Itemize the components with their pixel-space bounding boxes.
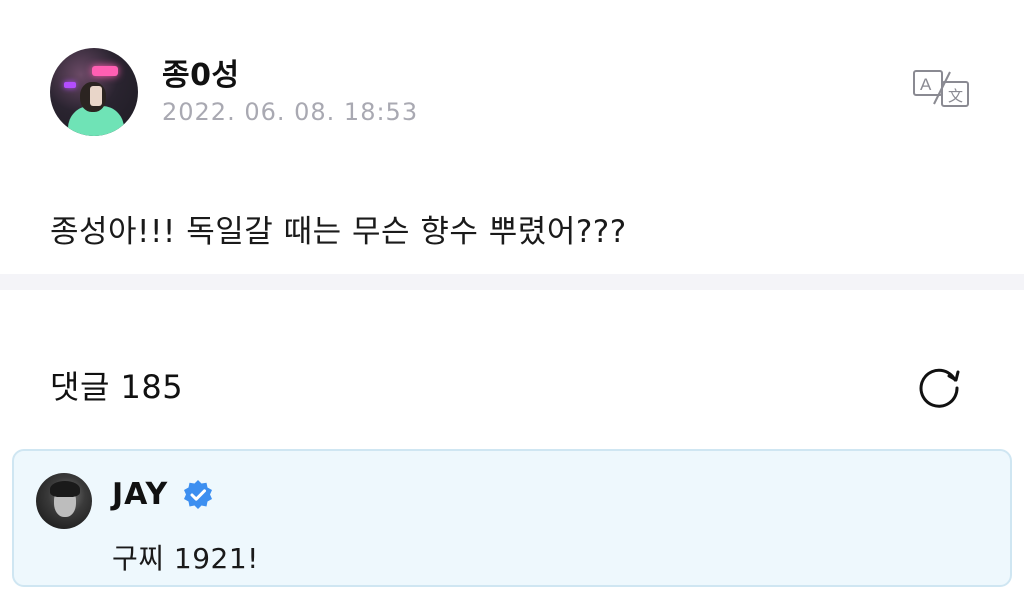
- avatar-phone: [90, 86, 102, 106]
- comments-count-title: 댓글 185: [50, 368, 184, 406]
- refresh-icon: [919, 368, 960, 408]
- translate-button[interactable]: A 文: [912, 68, 970, 108]
- commenter-avatar-hair: [50, 481, 80, 497]
- section-divider: [0, 274, 1024, 290]
- post-header: 종0성 2022. 06. 08. 18:53 A 文: [50, 48, 980, 138]
- svg-text:A: A: [920, 75, 932, 94]
- translate-icon: A 文: [913, 70, 969, 107]
- svg-text:文: 文: [948, 87, 963, 105]
- verified-badge-icon: [184, 480, 212, 509]
- comment-item[interactable]: JAY 구찌 1921!: [12, 449, 1012, 587]
- post-timestamp: 2022. 06. 08. 18:53: [162, 98, 419, 126]
- comment-text: 구찌 1921!: [112, 542, 259, 575]
- commenter-name[interactable]: JAY: [112, 477, 168, 512]
- refresh-comments-button[interactable]: [915, 362, 963, 410]
- post-page: 종0성 2022. 06. 08. 18:53 A 文 종성아!!! 독일갈 때…: [0, 0, 1024, 612]
- author-name[interactable]: 종0성: [162, 50, 240, 94]
- avatar-neon-light: [92, 66, 118, 76]
- commenter-avatar[interactable]: [36, 473, 92, 529]
- avatar-neon-light-2: [64, 82, 76, 88]
- post-body-text: 종성아!!! 독일갈 때는 무슨 향수 뿌렸어???: [50, 214, 627, 250]
- author-avatar[interactable]: [50, 48, 138, 136]
